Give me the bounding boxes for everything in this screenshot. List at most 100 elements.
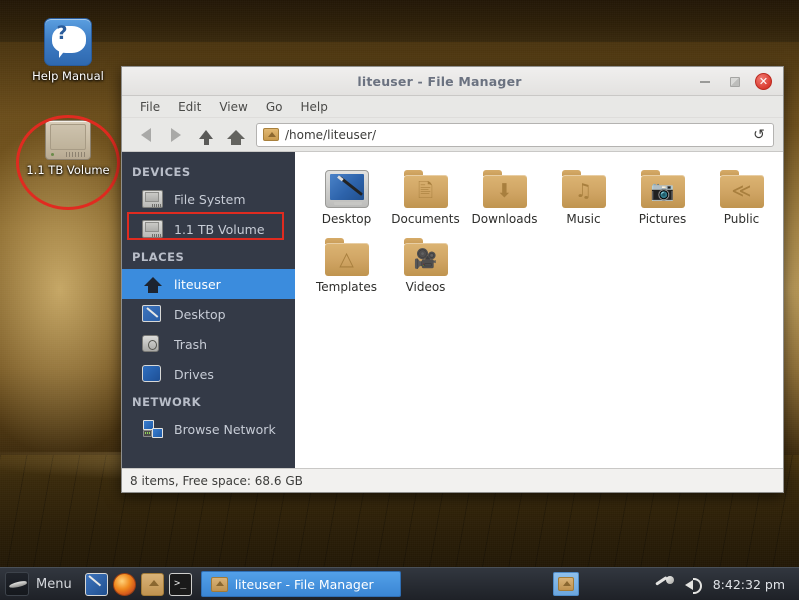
folder-icon: 🎥 — [404, 238, 448, 276]
launcher-bar[interactable]: >_ — [83, 573, 192, 596]
show-desktop-icon[interactable] — [85, 573, 108, 596]
sidebar-item-file-system[interactable]: File System — [122, 184, 295, 214]
maximize-button[interactable] — [726, 73, 742, 89]
sidebar-item-label: File System — [174, 192, 246, 207]
menu-go[interactable]: Go — [257, 98, 292, 116]
file-item-downloads[interactable]: ⬇ Downloads — [465, 168, 544, 226]
desktop-icon — [142, 305, 164, 324]
sidebar-item-label: liteuser — [174, 277, 221, 292]
system-tray[interactable]: 8:42:32 pm — [553, 572, 799, 596]
status-text: 8 items, Free space: 68.6 GB — [130, 474, 303, 488]
menu-button[interactable]: Menu — [0, 568, 83, 600]
window-title: liteuser - File Manager — [122, 74, 697, 89]
file-manager-icon[interactable] — [141, 573, 164, 596]
file-item-label: Pictures — [623, 212, 702, 226]
path-input[interactable]: /home/liteuser/ ↺ — [256, 123, 774, 147]
folder-icon — [211, 577, 228, 592]
speaker-icon[interactable] — [684, 574, 704, 594]
navigation-toolbar[interactable]: /home/liteuser/ ↺ — [122, 118, 783, 152]
sidebar-item-desktop[interactable]: Desktop — [122, 299, 295, 329]
sidebar-header-network: NETWORK — [122, 389, 295, 414]
file-item-public[interactable]: ≪ Public — [702, 168, 781, 226]
home-icon — [227, 130, 245, 139]
file-item-label: Templates — [307, 280, 386, 294]
folder-icon: △ — [325, 238, 369, 276]
file-item-label: Videos — [386, 280, 465, 294]
folder-icon: ≪ — [720, 170, 764, 208]
file-item-music[interactable]: ♫ Music — [544, 168, 623, 226]
window-controls: ✕ — [697, 73, 783, 90]
file-item-label: Public — [702, 212, 781, 226]
terminal-icon[interactable]: >_ — [169, 573, 192, 596]
desktop-icon-label: Help Manual — [18, 69, 118, 83]
back-button[interactable] — [131, 122, 161, 148]
desktop-icon-volume[interactable]: 1.1 TB Volume — [18, 120, 118, 177]
forward-arrow-icon — [171, 128, 181, 142]
desktop-icon-help-manual[interactable]: ? Help Manual — [18, 18, 118, 83]
home-button[interactable] — [221, 122, 251, 148]
menu-edit[interactable]: Edit — [169, 98, 210, 116]
file-item-label: Desktop — [307, 212, 386, 226]
menu-help[interactable]: Help — [291, 98, 336, 116]
firefox-icon[interactable] — [113, 573, 136, 596]
menubar[interactable]: File Edit View Go Help — [122, 96, 783, 118]
sidebar-item-label: Desktop — [174, 307, 226, 322]
file-item-templates[interactable]: △ Templates — [307, 236, 386, 294]
up-button[interactable] — [191, 122, 221, 148]
menu-button-label: Menu — [36, 577, 72, 592]
taskbar-window-button[interactable]: liteuser - File Manager — [201, 571, 401, 597]
sidebar-item-label: 1.1 TB Volume — [174, 222, 265, 237]
desktop-icon-label: 1.1 TB Volume — [18, 163, 118, 177]
taskbar-window-label: liteuser - File Manager — [235, 577, 374, 592]
tray-window-thumbnail[interactable] — [553, 572, 579, 596]
folder-icon: ♫ — [562, 170, 606, 208]
file-item-desktop[interactable]: Desktop — [307, 168, 386, 226]
path-text: /home/liteuser/ — [285, 128, 745, 142]
folder-icon — [558, 577, 574, 591]
desktop-folder-icon — [325, 170, 369, 208]
file-item-label: Documents — [386, 212, 465, 226]
bird-menu-icon — [5, 572, 29, 596]
sidebar-item-volume[interactable]: 1.1 TB Volume — [122, 214, 295, 244]
drives-icon — [142, 365, 164, 384]
folder-icon — [263, 128, 279, 141]
terminal-glyph: >_ — [174, 578, 186, 589]
sidebar[interactable]: DEVICES File System 1.1 TB Volume PLACES… — [122, 152, 295, 468]
menu-file[interactable]: File — [131, 98, 169, 116]
menu-view[interactable]: View — [210, 98, 256, 116]
back-arrow-icon — [141, 128, 151, 142]
clock[interactable]: 8:42:32 pm — [713, 577, 789, 592]
drive-icon — [142, 190, 164, 209]
file-item-label: Downloads — [465, 212, 544, 226]
file-item-pictures[interactable]: 📷 Pictures — [623, 168, 702, 226]
up-arrow-icon — [199, 130, 213, 139]
file-item-documents[interactable]: 🖹 Documents — [386, 168, 465, 226]
folder-icon: 🖹 — [404, 170, 448, 208]
sidebar-item-drives[interactable]: Drives — [122, 359, 295, 389]
sidebar-item-label: Drives — [174, 367, 214, 382]
reload-icon[interactable]: ↺ — [751, 127, 767, 143]
window-titlebar[interactable]: liteuser - File Manager ✕ — [122, 67, 783, 96]
minimize-button[interactable] — [697, 73, 713, 89]
plug-icon[interactable] — [655, 574, 675, 594]
close-icon: ✕ — [759, 76, 768, 87]
file-item-videos[interactable]: 🎥 Videos — [386, 236, 465, 294]
sidebar-header-devices: DEVICES — [122, 159, 295, 184]
status-bar: 8 items, Free space: 68.6 GB — [122, 468, 783, 492]
close-button[interactable]: ✕ — [755, 73, 772, 90]
file-list[interactable]: Desktop 🖹 Documents ⬇ Downloads ♫ Music — [295, 152, 783, 468]
sidebar-item-trash[interactable]: Trash — [122, 329, 295, 359]
home-icon — [142, 275, 164, 294]
hard-drive-icon — [45, 120, 91, 160]
sidebar-item-label: Browse Network — [174, 422, 276, 437]
sidebar-item-label: Trash — [174, 337, 207, 352]
folder-icon: ⬇ — [483, 170, 527, 208]
sidebar-item-liteuser[interactable]: liteuser — [122, 269, 295, 299]
file-manager-window[interactable]: liteuser - File Manager ✕ File Edit View… — [121, 66, 784, 493]
sidebar-item-browse-network[interactable]: Browse Network — [122, 414, 295, 444]
file-item-label: Music — [544, 212, 623, 226]
forward-button[interactable] — [161, 122, 191, 148]
window-body: DEVICES File System 1.1 TB Volume PLACES… — [122, 152, 783, 468]
taskbar[interactable]: Menu >_ liteuser - File Manager 8:42:32 … — [0, 567, 799, 600]
trash-icon — [142, 335, 164, 354]
